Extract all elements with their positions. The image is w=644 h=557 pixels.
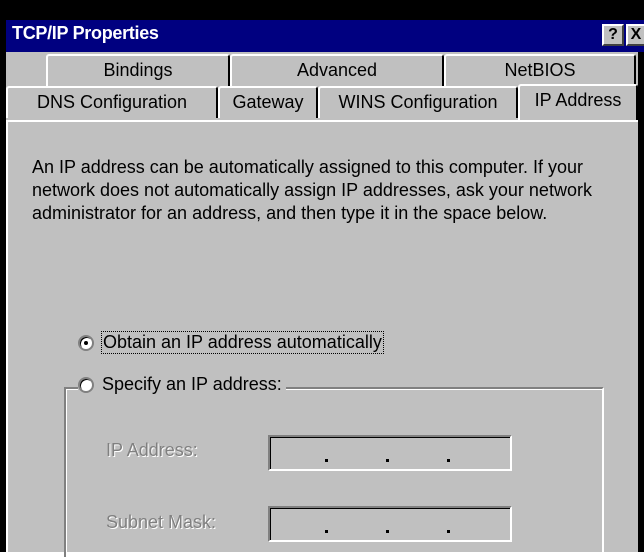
tab-netbios[interactable]: NetBIOS xyxy=(444,54,636,86)
subnet-mask-separator xyxy=(325,530,328,533)
ip-address-field-label: IP Address: xyxy=(106,440,198,460)
ip-address-description: An IP address can be automatically assig… xyxy=(32,157,592,223)
subnet-mask-input xyxy=(268,506,512,542)
ip-address-separator xyxy=(386,459,389,462)
obtain-ip-auto-option[interactable]: Obtain an IP address automatically xyxy=(78,331,384,354)
title-bar[interactable]: TCP/IP Properties ? X xyxy=(6,20,644,52)
tab-ip-address[interactable]: IP Address xyxy=(518,84,638,120)
tab-wins-configuration[interactable]: WINS Configuration xyxy=(318,86,518,118)
tcpip-properties-dialog: TCP/IP Properties ? X Bindings Advanced … xyxy=(0,0,644,557)
window-title: TCP/IP Properties xyxy=(12,23,159,43)
ip-address-input xyxy=(268,435,512,471)
subnet-mask-separator xyxy=(386,530,389,533)
specify-ip-option[interactable]: Specify an IP address: xyxy=(78,374,286,395)
specify-ip-label[interactable]: Specify an IP address: xyxy=(102,374,282,395)
tab-advanced[interactable]: Advanced xyxy=(230,54,444,86)
subnet-mask-field-label: Subnet Mask: xyxy=(106,512,217,532)
ip-address-separator xyxy=(447,459,450,462)
obtain-ip-auto-label[interactable]: Obtain an IP address automatically xyxy=(101,331,384,354)
tab-dns-configuration[interactable]: DNS Configuration xyxy=(6,86,218,118)
tab-bindings[interactable]: Bindings xyxy=(46,54,230,86)
help-button[interactable]: ? xyxy=(602,24,624,46)
close-button[interactable]: X xyxy=(626,24,644,46)
tab-gateway[interactable]: Gateway xyxy=(218,86,318,118)
dialog-client-area: Bindings Advanced NetBIOS DNS Configurat… xyxy=(6,52,638,557)
obtain-ip-auto-radio[interactable] xyxy=(78,334,94,351)
specify-ip-radio[interactable] xyxy=(78,376,94,393)
ip-address-separator xyxy=(325,459,328,462)
subnet-mask-separator xyxy=(447,530,450,533)
